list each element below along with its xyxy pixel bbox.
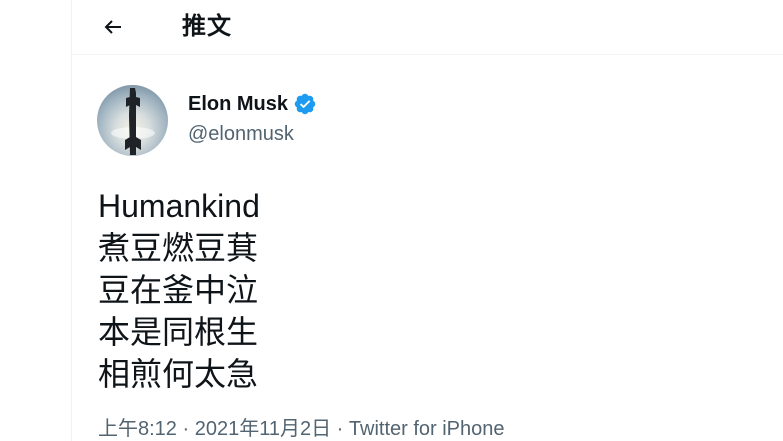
author-name-row[interactable]: Elon Musk — [188, 90, 317, 118]
meta-separator: · — [176, 418, 195, 440]
main-column: 推文 Elon Musk @elonmusk Humankind 煮豆燃豆萁 豆… — [71, 0, 783, 441]
tweet-page: 推文 Elon Musk @elonmusk Humankind 煮豆燃豆萁 豆… — [0, 0, 783, 441]
tweet-meta: 上午8:12 · 2021年11月2日 · Twitter for iPhone — [98, 414, 505, 441]
tweet-line: 本是同根生 — [98, 314, 259, 350]
author-handle[interactable]: @elonmusk — [188, 120, 294, 148]
tweet-line: Humankind — [98, 188, 260, 224]
avatar-image — [97, 85, 168, 156]
tweet-line: 煮豆燃豆萁 — [98, 230, 259, 266]
tweet-date[interactable]: 2021年11月2日 — [195, 418, 331, 440]
tweet-time[interactable]: 上午8:12 — [98, 418, 177, 440]
meta-separator: · — [331, 418, 349, 440]
arrow-left-icon — [101, 15, 125, 39]
avatar[interactable] — [97, 85, 168, 156]
verified-badge-icon — [293, 92, 317, 116]
tweet-line: 豆在釜中泣 — [98, 272, 259, 308]
header-bar: 推文 — [72, 0, 783, 55]
page-title: 推文 — [182, 12, 232, 40]
tweet-text: Humankind 煮豆燃豆萁 豆在釜中泣 本是同根生 相煎何太急 — [98, 185, 758, 395]
left-gutter — [0, 0, 71, 441]
back-button[interactable] — [94, 8, 132, 46]
tweet-source[interactable]: Twitter for iPhone — [349, 418, 505, 440]
tweet-line: 相煎何太急 — [98, 356, 259, 392]
author-name[interactable]: Elon Musk — [188, 90, 288, 118]
